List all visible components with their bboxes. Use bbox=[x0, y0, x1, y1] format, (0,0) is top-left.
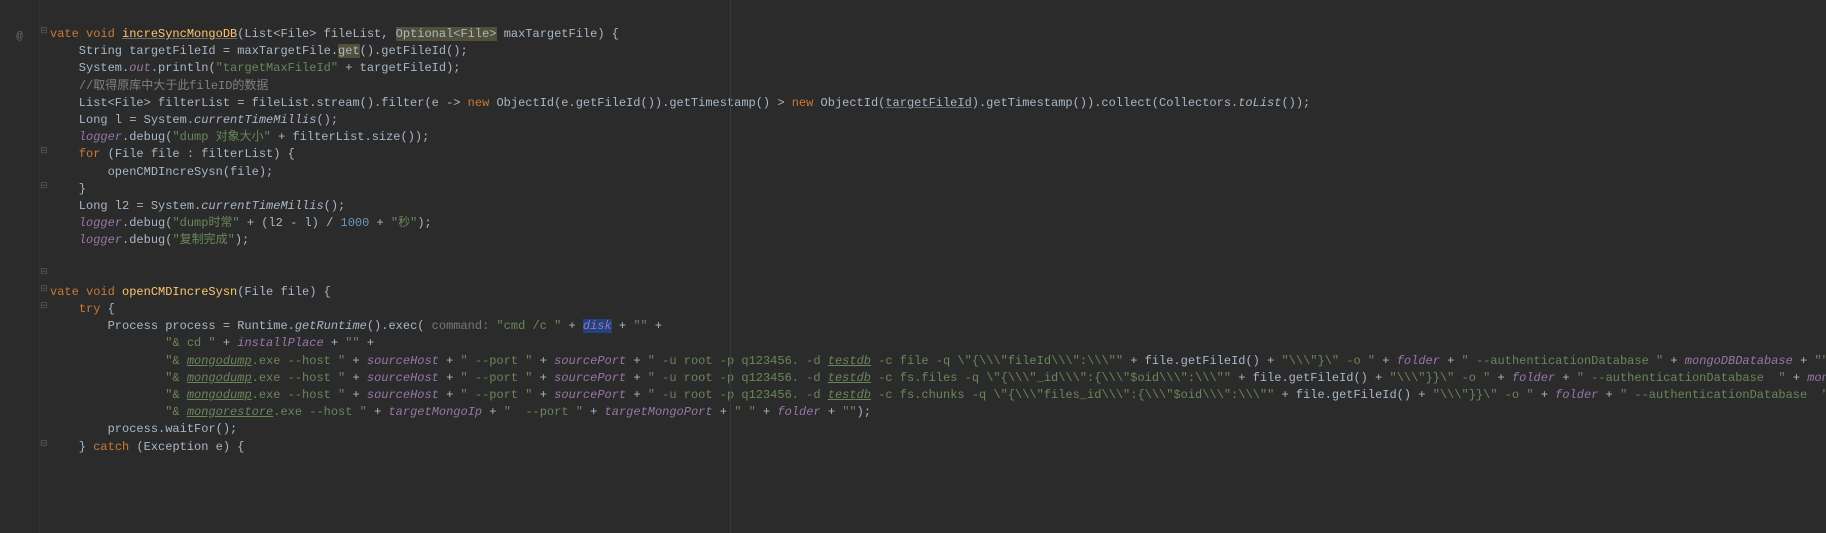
gutter: @ bbox=[0, 0, 40, 533]
code-line[interactable]: openCMDIncreSysn(file); bbox=[50, 164, 1826, 181]
code-line[interactable]: for (File file : filterList) { bbox=[50, 146, 1826, 163]
code-line[interactable]: logger.debug("复制完成"); bbox=[50, 232, 1826, 249]
code-editor[interactable]: @ ⊟ ⊟ ⊟ ⊟ ⊟ ⊟ ⊟ vate void increSyncMongoDB(Lis… bbox=[0, 0, 1826, 533]
fold-toggle-icon[interactable]: ⊟ bbox=[40, 301, 48, 311]
code-line[interactable]: logger.debug("dump时常" + (l2 - l) / 1000 … bbox=[50, 215, 1826, 232]
code-line[interactable]: Long l = System.currentTimeMillis(); bbox=[50, 112, 1826, 129]
code-line[interactable]: "& mongodump.exe --host " + sourceHost +… bbox=[50, 387, 1826, 404]
code-line[interactable]: "& cd " + installPlace + "" + bbox=[50, 335, 1826, 352]
code-line[interactable]: "& mongodump.exe --host " + sourceHost +… bbox=[50, 370, 1826, 387]
fold-toggle-icon[interactable]: ⊟ bbox=[40, 267, 48, 277]
code-line[interactable]: //取得原库中大于此fileID的数据 bbox=[50, 78, 1826, 95]
code-line[interactable]: logger.debug("dump 对象大小" + filterList.si… bbox=[50, 129, 1826, 146]
code-line[interactable]: Process process = Runtime.getRuntime().e… bbox=[50, 318, 1826, 335]
code-line[interactable] bbox=[50, 249, 1826, 266]
code-area[interactable]: vate void increSyncMongoDB(List<File> fi… bbox=[50, 0, 1826, 533]
code-line[interactable] bbox=[50, 267, 1826, 284]
code-line[interactable]: System.out.println("targetMaxFileId" + t… bbox=[50, 60, 1826, 77]
fold-toggle-icon[interactable]: ⊟ bbox=[40, 26, 48, 36]
right-margin bbox=[730, 0, 731, 533]
code-line[interactable]: vate void openCMDIncreSysn(File file) { bbox=[50, 284, 1826, 301]
fold-column[interactable]: ⊟ ⊟ ⊟ ⊟ ⊟ ⊟ ⊟ bbox=[40, 0, 50, 533]
code-line[interactable]: vate void increSyncMongoDB(List<File> fi… bbox=[50, 26, 1826, 43]
code-line[interactable]: process.waitFor(); bbox=[50, 421, 1826, 438]
code-line[interactable]: Long l2 = System.currentTimeMillis(); bbox=[50, 198, 1826, 215]
code-line[interactable]: "& mongodump.exe --host " + sourceHost +… bbox=[50, 353, 1826, 370]
fold-toggle-icon[interactable]: ⊟ bbox=[40, 284, 48, 294]
code-line[interactable]: String targetFileId = maxTargetFile.get(… bbox=[50, 43, 1826, 60]
override-icon[interactable]: @ bbox=[0, 28, 39, 45]
fold-toggle-icon[interactable]: ⊟ bbox=[40, 146, 48, 156]
code-line[interactable]: } catch (Exception e) { bbox=[50, 439, 1826, 456]
code-line[interactable]: List<File> filterList = fileList.stream(… bbox=[50, 95, 1826, 112]
code-line[interactable]: try { bbox=[50, 301, 1826, 318]
code-line[interactable]: } bbox=[50, 181, 1826, 198]
fold-toggle-icon[interactable]: ⊟ bbox=[40, 181, 48, 191]
code-line[interactable]: "& mongorestore.exe --host " + targetMon… bbox=[50, 404, 1826, 421]
fold-toggle-icon[interactable]: ⊟ bbox=[40, 439, 48, 449]
